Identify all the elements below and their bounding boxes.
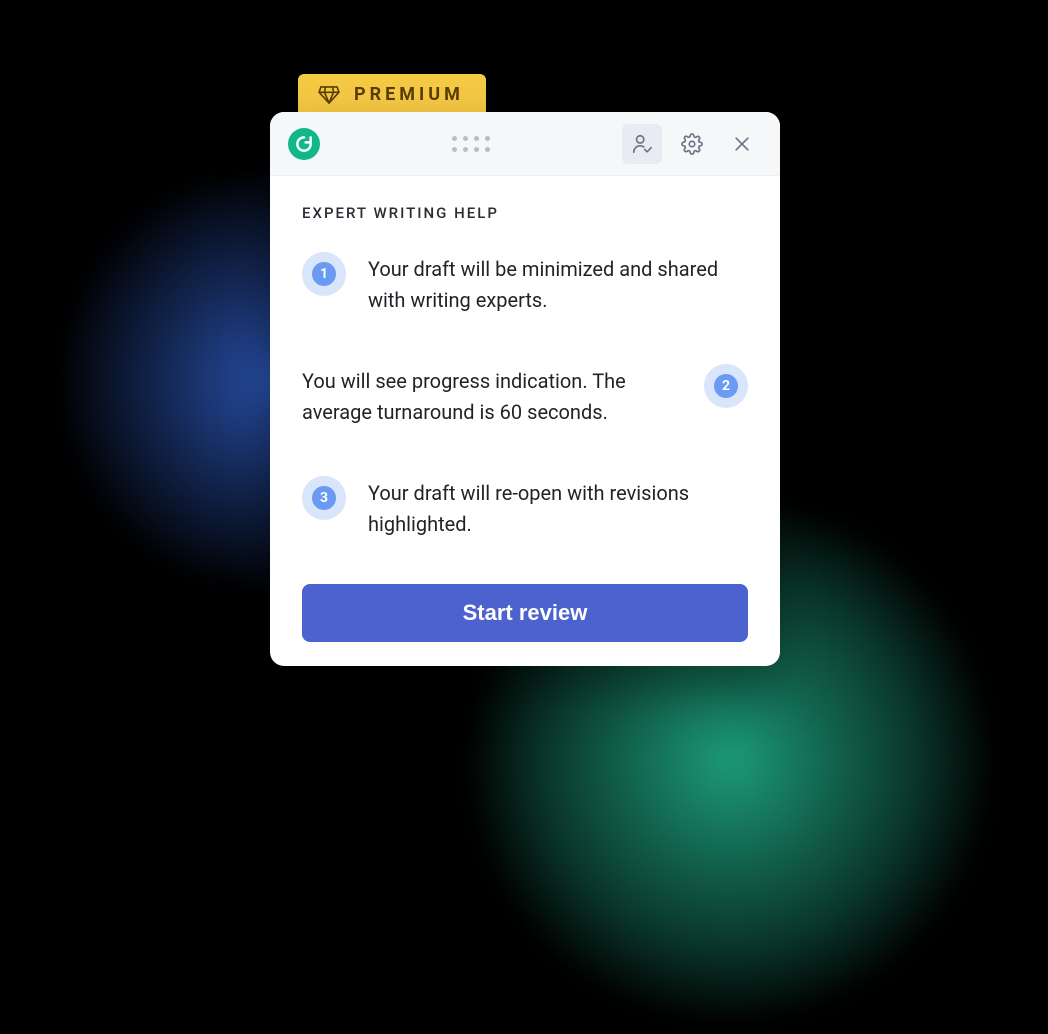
profile-check-icon[interactable] — [622, 124, 662, 164]
step-2: 2 You will see progress indication. The … — [302, 364, 748, 428]
step-text: Your draft will re-open with revisions h… — [368, 476, 748, 540]
close-icon[interactable] — [722, 124, 762, 164]
drag-handle-icon[interactable] — [452, 136, 490, 152]
step-text: You will see progress indication. The av… — [302, 364, 682, 428]
step-number: 3 — [312, 486, 336, 510]
step-text: Your draft will be minimized and shared … — [368, 252, 748, 316]
grammarly-logo-icon — [288, 128, 320, 160]
start-review-button[interactable]: Start review — [302, 584, 748, 642]
step-badge: 1 — [302, 252, 346, 296]
step-number: 2 — [714, 374, 738, 398]
step-3: 3 Your draft will re-open with revisions… — [302, 476, 748, 540]
step-badge: 2 — [704, 364, 748, 408]
panel-header — [270, 112, 780, 176]
gear-icon[interactable] — [672, 124, 712, 164]
expert-help-panel: EXPERT WRITING HELP 1 Your draft will be… — [270, 112, 780, 666]
step-number: 1 — [312, 262, 336, 286]
section-title: EXPERT WRITING HELP — [302, 204, 748, 222]
step-1: 1 Your draft will be minimized and share… — [302, 252, 748, 316]
steps-list: 1 Your draft will be minimized and share… — [302, 252, 748, 540]
premium-badge: PREMIUM — [298, 74, 486, 115]
premium-label: PREMIUM — [354, 84, 464, 105]
panel-body: EXPERT WRITING HELP 1 Your draft will be… — [270, 176, 780, 666]
step-badge: 3 — [302, 476, 346, 520]
diamond-icon — [318, 86, 340, 104]
